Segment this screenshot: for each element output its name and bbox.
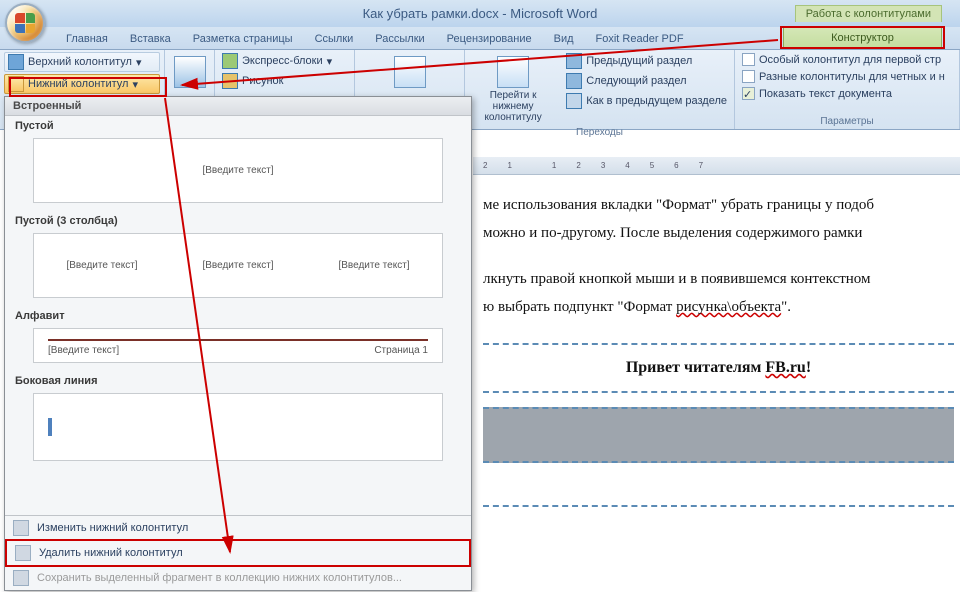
remove-icon xyxy=(15,545,31,561)
next-icon xyxy=(566,73,582,89)
gallery-item-3col[interactable]: Пустой (3 столбца) xyxy=(5,211,471,231)
goto-footer-icon xyxy=(497,56,529,88)
header-icon xyxy=(8,54,24,70)
footer-label: Нижний колонтитул xyxy=(28,78,128,90)
goto-header-icon xyxy=(394,56,426,88)
edit-footer-option[interactable]: Изменить нижний колонтитул xyxy=(5,516,471,540)
gallery-item-empty[interactable]: Пустой xyxy=(5,116,471,136)
footer-gallery-dropdown: Встроенный Пустой [Введите текст] Пустой… xyxy=(4,96,472,591)
tab-constructor[interactable]: Конструктор xyxy=(783,27,942,49)
prev-icon xyxy=(566,53,582,69)
goto-header-button[interactable] xyxy=(359,52,460,92)
contextual-tab-title: Работа с колонтитулами xyxy=(795,5,942,22)
office-button[interactable] xyxy=(5,3,45,43)
gallery-item-sideline[interactable]: Боковая линия xyxy=(5,371,471,391)
tab-insert[interactable]: Вставка xyxy=(119,29,182,49)
horizontal-ruler[interactable]: 211234567 xyxy=(473,157,960,175)
opt-show-doc[interactable]: ✓Показать текст документа xyxy=(739,86,955,101)
header-region[interactable] xyxy=(483,477,954,507)
preview-sideline[interactable] xyxy=(33,393,443,461)
footer-dropdown[interactable]: Нижний колонтитул ▾ xyxy=(4,74,160,94)
datetime-icon xyxy=(174,56,206,88)
preview-empty[interactable]: [Введите текст] xyxy=(33,138,443,203)
picture-icon xyxy=(222,73,238,89)
prev-section[interactable]: Предыдущий раздел xyxy=(563,52,730,70)
opt-first-page[interactable]: Особый колонтитул для первой стр xyxy=(739,52,955,67)
document-body[interactable]: ме использования вкладки "Формат" убрать… xyxy=(473,175,960,507)
tab-foxit[interactable]: Foxit Reader PDF xyxy=(585,29,695,49)
tab-home[interactable]: Главная xyxy=(55,29,119,49)
header-dropdown[interactable]: Верхний колонтитул ▾ xyxy=(4,52,160,72)
link-icon xyxy=(566,93,582,109)
group-nav-label: Переходы xyxy=(469,125,730,140)
blocks-icon xyxy=(222,53,238,69)
checkbox-icon xyxy=(742,53,755,66)
datetime-button[interactable] xyxy=(169,52,210,92)
window-title: Как убрать рамки.docx - Microsoft Word xyxy=(363,6,598,21)
gallery-header: Встроенный xyxy=(5,97,471,116)
gallery-item-alphabet[interactable]: Алфавит xyxy=(5,306,471,326)
remove-footer-option[interactable]: Удалить нижний колонтитул xyxy=(5,539,471,567)
preview-alphabet[interactable]: [Введите текст]Страница 1 xyxy=(33,328,443,363)
page-gap xyxy=(483,407,954,463)
save-icon xyxy=(13,570,29,586)
tab-layout[interactable]: Разметка страницы xyxy=(182,29,304,49)
ribbon-tabs: Главная Вставка Разметка страницы Ссылки… xyxy=(0,27,960,50)
tab-mailings[interactable]: Рассылки xyxy=(364,29,435,49)
office-logo-icon xyxy=(15,13,35,33)
sidebar-glyph xyxy=(48,418,52,436)
tab-references[interactable]: Ссылки xyxy=(304,29,365,49)
header-label: Верхний колонтитул xyxy=(28,56,132,68)
group-options-label: Параметры xyxy=(739,114,955,129)
edit-icon xyxy=(13,520,29,536)
building-blocks[interactable]: Экспресс-блоки ▾ xyxy=(219,52,350,70)
picture-button[interactable]: Рисунок xyxy=(219,72,350,90)
tab-review[interactable]: Рецензирование xyxy=(436,29,543,49)
tab-view[interactable]: Вид xyxy=(543,29,585,49)
footer-icon xyxy=(8,76,24,92)
footer-region[interactable]: Привет читателям FB.ru! xyxy=(483,343,954,393)
preview-3col[interactable]: [Введите текст] [Введите текст] [Введите… xyxy=(33,233,443,298)
opt-odd-even[interactable]: Разные колонтитулы для четных и н xyxy=(739,69,955,84)
document-area: 211234567 ме использования вкладки "Форм… xyxy=(473,157,960,592)
checkbox-icon xyxy=(742,70,755,83)
save-selection-option: Сохранить выделенный фрагмент в коллекци… xyxy=(5,566,471,590)
next-section[interactable]: Следующий раздел xyxy=(563,72,730,90)
link-prev[interactable]: Как в предыдущем разделе xyxy=(563,92,730,110)
checkbox-icon: ✓ xyxy=(742,87,755,100)
goto-footer-button[interactable]: Перейти к нижнему колонтитулу xyxy=(469,52,557,125)
